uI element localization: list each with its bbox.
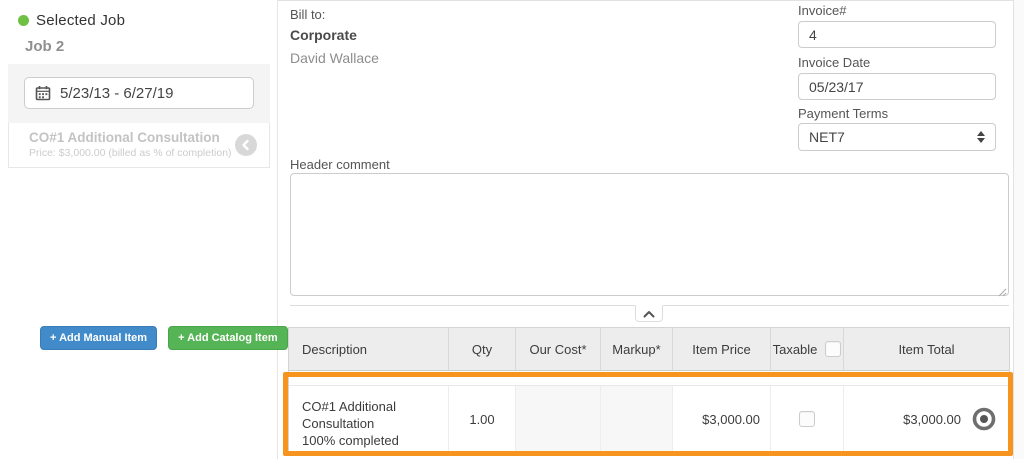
col-header-markup: Markup*: [601, 328, 673, 370]
date-range-panel: 5/23/13 - 6/27/19: [8, 64, 270, 123]
change-order-subtitle: Price: $3,000.00 (billed as % of complet…: [29, 147, 232, 159]
invoice-number-input[interactable]: [798, 21, 996, 48]
col-header-qty: Qty: [449, 328, 516, 370]
invoice-number-label: Invoice#: [798, 3, 847, 18]
col-header-item-total: Item Total: [898, 341, 955, 357]
table-spacer-row: [289, 371, 1009, 386]
chevron-up-icon: [643, 310, 655, 318]
collapse-header-button[interactable]: [635, 305, 663, 322]
header-comment-textarea[interactable]: [290, 173, 1009, 296]
chevron-left-icon[interactable]: [235, 134, 257, 156]
col-header-taxable: Taxable: [771, 328, 844, 370]
date-range-input[interactable]: 5/23/13 - 6/27/19: [24, 77, 254, 109]
item-total-value: $3,000.00: [903, 411, 961, 427]
payment-terms-value: NET7: [809, 129, 845, 145]
item-description-note: 100% completed: [302, 433, 399, 448]
change-order-card[interactable]: CO#1 Additional Consultation Price: $3,0…: [8, 123, 270, 168]
selected-job-header: Selected Job: [18, 12, 125, 29]
taxable-header-label: Taxable: [772, 341, 818, 357]
cell-item-total: $3,000.00: [844, 386, 1009, 452]
taxable-all-checkbox[interactable]: [825, 341, 842, 357]
cell-item-price: $3,000.00: [673, 386, 771, 452]
invoice-editor-screen: Selected Job Job 2 5/23/13 - 6/27/19 CO#…: [0, 0, 1024, 459]
sidebar-buttons: + Add Manual Item + Add Catalog Item: [40, 326, 288, 350]
invoice-date-input[interactable]: [798, 73, 996, 100]
cell-taxable: [771, 386, 844, 452]
cell-description: CO#1 Additional Consultation 100% comple…: [289, 386, 449, 452]
bill-to-company: Corporate: [290, 27, 357, 43]
col-header-our-cost: Our Cost*: [516, 328, 601, 370]
cell-our-cost: [516, 386, 601, 452]
table-header-row: Description Qty Our Cost* Markup* Item P…: [289, 328, 1009, 371]
cell-markup: [601, 386, 673, 452]
item-description: CO#1 Additional Consultation: [302, 399, 396, 431]
invoice-date-label: Invoice Date: [798, 55, 871, 70]
selected-job-label: Selected Job: [36, 12, 126, 29]
job-name: Job 2: [25, 38, 65, 55]
right-margin: [1014, 0, 1024, 459]
col-header-description: Description: [289, 328, 449, 370]
taxable-row-checkbox[interactable]: [799, 411, 815, 427]
cell-qty: 1.00: [449, 386, 516, 452]
col-header-item-price: Item Price: [673, 328, 771, 370]
selected-job-dot-icon: [18, 15, 29, 26]
date-range-value: 5/23/13 - 6/27/19: [60, 84, 174, 102]
sidebar: Selected Job Job 2 5/23/13 - 6/27/19 CO#…: [0, 0, 288, 459]
line-items-table: Description Qty Our Cost* Markup* Item P…: [288, 327, 1010, 453]
select-stepper-icon: [977, 131, 985, 143]
payment-terms-label: Payment Terms: [798, 106, 889, 121]
change-order-title: CO#1 Additional Consultation: [29, 130, 220, 145]
add-manual-item-button[interactable]: + Add Manual Item: [40, 326, 158, 350]
table-row[interactable]: CO#1 Additional Consultation 100% comple…: [289, 386, 1009, 452]
header-comment-label: Header comment: [290, 157, 390, 172]
payment-terms-select[interactable]: NET7: [798, 123, 996, 151]
bill-to-label: Bill to:: [290, 7, 326, 22]
radio-target-icon[interactable]: [971, 406, 997, 432]
bill-to-contact: David Wallace: [290, 50, 379, 66]
invoice-form: Bill to: Corporate David Wallace Invoice…: [278, 0, 1014, 459]
calendar-icon: [35, 85, 51, 101]
add-catalog-item-button[interactable]: + Add Catalog Item: [168, 326, 288, 350]
